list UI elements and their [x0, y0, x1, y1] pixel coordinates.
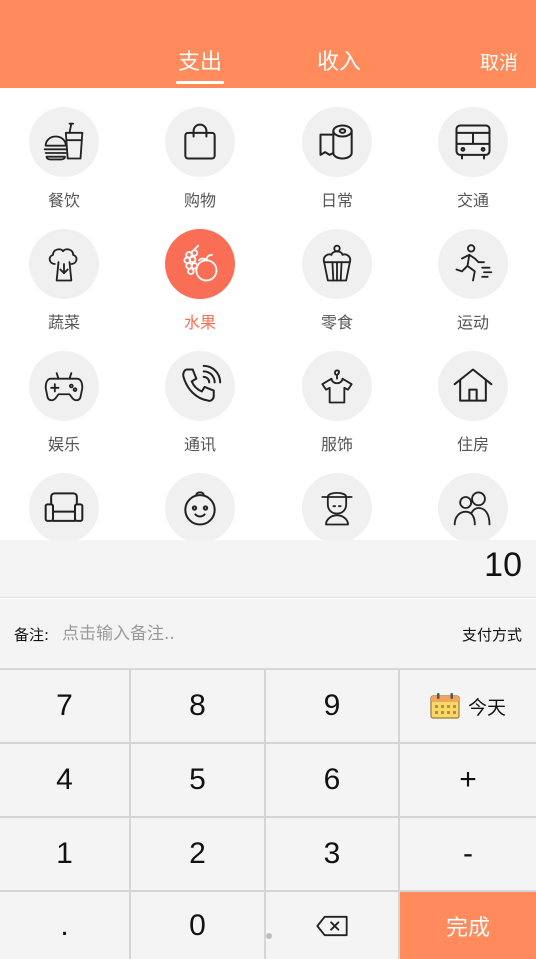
key-plus[interactable]: +	[400, 744, 536, 816]
category-communication[interactable]: 通讯	[145, 332, 255, 454]
category-label: 日常	[320, 191, 353, 210]
category-fruit[interactable]: 水果	[145, 210, 255, 332]
running-person-icon	[438, 229, 508, 299]
category-label: 水果	[183, 313, 216, 332]
active-tab-indicator	[176, 81, 224, 84]
tab-income[interactable]: 收入	[305, 44, 373, 80]
category-snacks[interactable]: 零食	[282, 210, 392, 332]
backspace-key[interactable]	[266, 892, 398, 959]
shopping-bag-icon	[165, 107, 235, 177]
category-transport[interactable]: 交通	[418, 88, 528, 210]
key-9[interactable]: 9	[266, 670, 398, 742]
key-8[interactable]: 8	[131, 670, 264, 742]
page-indicator-dot	[266, 933, 272, 939]
family-icon	[438, 473, 508, 540]
note-input[interactable]	[62, 619, 362, 649]
baby-face-icon	[165, 473, 235, 540]
category-entertainment[interactable]: 娱乐	[9, 332, 119, 454]
fast-food-icon	[29, 107, 99, 177]
category-vegetables[interactable]: 蔬菜	[9, 210, 119, 332]
cupcake-icon	[302, 229, 372, 299]
category-clothing[interactable]: 服饰	[282, 332, 392, 454]
category-label: 通讯	[183, 435, 216, 454]
category-label: 住房	[456, 435, 489, 454]
fruit-icon	[165, 229, 235, 299]
category-label: 娱乐	[47, 435, 80, 454]
key-7[interactable]: 7	[0, 670, 129, 742]
amount-value: 10	[484, 546, 522, 584]
category-furniture[interactable]	[9, 454, 119, 540]
gamepad-icon	[29, 351, 99, 421]
category-daily[interactable]: 日常	[282, 88, 392, 210]
category-grid: 餐饮 购物 日常 交通 蔬菜 水果 零食 运动 娱乐 通讯 服饰 住房	[0, 88, 536, 540]
key-4[interactable]: 4	[0, 744, 129, 816]
key-minus[interactable]: -	[400, 818, 536, 890]
bus-icon	[438, 107, 508, 177]
category-children[interactable]	[145, 454, 255, 540]
category-label: 购物	[183, 191, 216, 210]
toilet-paper-icon	[302, 107, 372, 177]
category-housing[interactable]: 住房	[418, 332, 528, 454]
payment-method-button[interactable]: 支付方式	[462, 624, 522, 645]
sofa-icon	[29, 473, 99, 540]
category-label: 交通	[456, 191, 489, 210]
done-button[interactable]: 完成	[400, 892, 536, 959]
shirt-on-hanger-icon	[302, 351, 372, 421]
cancel-button[interactable]: 取消	[480, 48, 518, 75]
key-0[interactable]: 0	[131, 892, 264, 959]
amount-display: 10	[0, 540, 536, 598]
key-2[interactable]: 2	[131, 818, 264, 890]
category-label: 零食	[320, 313, 353, 332]
category-label: 运动	[456, 313, 489, 332]
category-elders[interactable]	[282, 454, 392, 540]
category-shopping[interactable]: 购物	[145, 88, 255, 210]
elder-icon	[302, 473, 372, 540]
category-dining[interactable]: 餐饮	[9, 88, 119, 210]
category-label: 服饰	[320, 435, 353, 454]
broccoli-icon	[29, 229, 99, 299]
category-label: 餐饮	[47, 191, 80, 210]
today-date-button[interactable]: 今天	[400, 670, 536, 742]
phone-icon	[165, 351, 235, 421]
key-decimal[interactable]: .	[0, 892, 129, 959]
category-label: 蔬菜	[47, 313, 80, 332]
today-label: 今天	[467, 696, 506, 719]
note-label: 备注:	[14, 626, 50, 644]
key-1[interactable]: 1	[0, 818, 129, 890]
tab-expense[interactable]: 支出	[166, 44, 234, 80]
key-3[interactable]: 3	[266, 818, 398, 890]
header-bar: 支出 收入 取消	[0, 0, 536, 88]
key-5[interactable]: 5	[131, 744, 264, 816]
key-6[interactable]: 6	[266, 744, 398, 816]
category-family[interactable]	[418, 454, 528, 540]
calendar-icon	[430, 693, 460, 719]
backspace-icon	[316, 915, 348, 936]
number-keypad: 7 8 9 今天 4 5 6 + 1 2 3 - . 0 完成	[0, 669, 536, 959]
house-icon	[438, 351, 508, 421]
category-sports[interactable]: 运动	[418, 210, 528, 332]
note-row: 备注: 支付方式	[0, 599, 536, 669]
